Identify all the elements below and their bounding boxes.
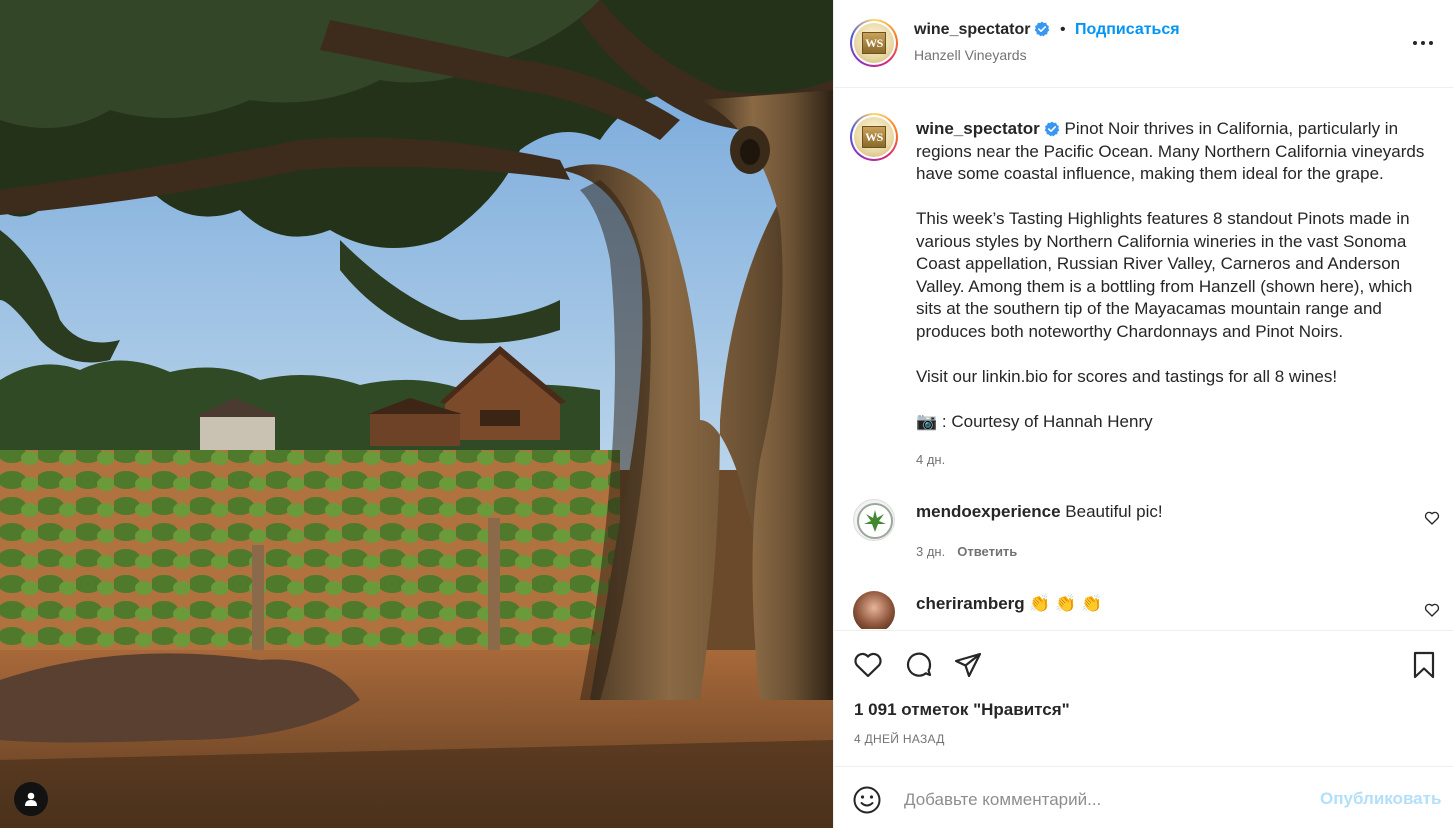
- comment-text: Beautiful pic!: [1065, 502, 1163, 521]
- comment-text: 👏 👏 👏: [1029, 594, 1103, 613]
- comment-username[interactable]: mendoexperience: [916, 502, 1061, 521]
- ws-logo-icon: WS: [862, 32, 886, 54]
- likes-count[interactable]: 1 091 отметок "Нравится": [854, 700, 1070, 720]
- post-caption: wine_spectator Pinot Noir thrives in Cal…: [916, 118, 1436, 433]
- follow-button[interactable]: Подписаться: [1075, 21, 1180, 39]
- comments-area[interactable]: WS wine_spectator Pinot Noir thrives in …: [834, 89, 1453, 629]
- post-actions: 1 091 отметок "Нравится" 4 ДНЕЙ НАЗАД: [834, 630, 1453, 766]
- comment-meta: 3 дн. Ответить: [916, 544, 1017, 559]
- caption-paragraph: This week’s Tasting Highlights features …: [916, 209, 1413, 341]
- comment-username[interactable]: cheriramberg: [916, 594, 1025, 613]
- comment-item: cheriramberg 👏 👏 👏: [916, 594, 1102, 614]
- reply-button[interactable]: Ответить: [957, 544, 1017, 559]
- leaf-logo-icon: [857, 503, 893, 539]
- vineyard-oak-tree-image: [0, 0, 833, 828]
- verified-badge-icon: [1044, 121, 1060, 137]
- emoji-icon[interactable]: [852, 785, 882, 815]
- photo-credit: : Courtesy of Hannah Henry: [941, 411, 1153, 431]
- commenter-avatar[interactable]: [853, 499, 895, 541]
- comment-timestamp[interactable]: 3 дн.: [916, 544, 945, 559]
- header-separator: •: [1060, 21, 1066, 38]
- comment-input[interactable]: [904, 787, 1304, 813]
- like-comment-heart-icon[interactable]: [1424, 510, 1440, 526]
- caption-timestamp[interactable]: 4 дн.: [916, 452, 945, 467]
- post-date[interactable]: 4 ДНЕЙ НАЗАД: [854, 732, 945, 746]
- like-comment-heart-icon[interactable]: [1424, 602, 1440, 618]
- bookmark-icon[interactable]: [1408, 649, 1440, 681]
- heart-icon[interactable]: [852, 649, 884, 681]
- caption-paragraph: Visit our linkin.bio for scores and tast…: [916, 366, 1338, 386]
- caption-username[interactable]: wine_spectator: [916, 119, 1040, 138]
- comment-icon[interactable]: [903, 649, 935, 681]
- more-options-icon[interactable]: [1410, 30, 1436, 56]
- post-details-panel: WS wine_spectator • Подписаться Hanzell …: [833, 0, 1453, 828]
- add-comment-bar: Опубликовать: [834, 766, 1453, 828]
- author-username-text: wine_spectator: [914, 21, 1031, 38]
- share-icon[interactable]: [952, 649, 984, 681]
- publish-button[interactable]: Опубликовать: [1320, 789, 1441, 809]
- author-avatar[interactable]: WS: [850, 19, 898, 67]
- caption-author-avatar[interactable]: WS: [850, 113, 898, 161]
- author-username[interactable]: wine_spectator: [914, 21, 1050, 39]
- tag-user-button[interactable]: [14, 782, 48, 816]
- post-location-link[interactable]: Hanzell Vineyards: [914, 47, 1027, 63]
- post-photo[interactable]: [0, 0, 833, 828]
- comment-item: mendoexperience Beautiful pic!: [916, 502, 1163, 522]
- tag-user-icon: [25, 792, 37, 806]
- commenter-avatar[interactable]: [853, 591, 895, 629]
- post-header: WS wine_spectator • Подписаться Hanzell …: [834, 0, 1453, 88]
- verified-badge-icon: [1035, 21, 1050, 37]
- camera-icon: 📷: [916, 411, 938, 431]
- ws-logo-icon: WS: [862, 126, 886, 148]
